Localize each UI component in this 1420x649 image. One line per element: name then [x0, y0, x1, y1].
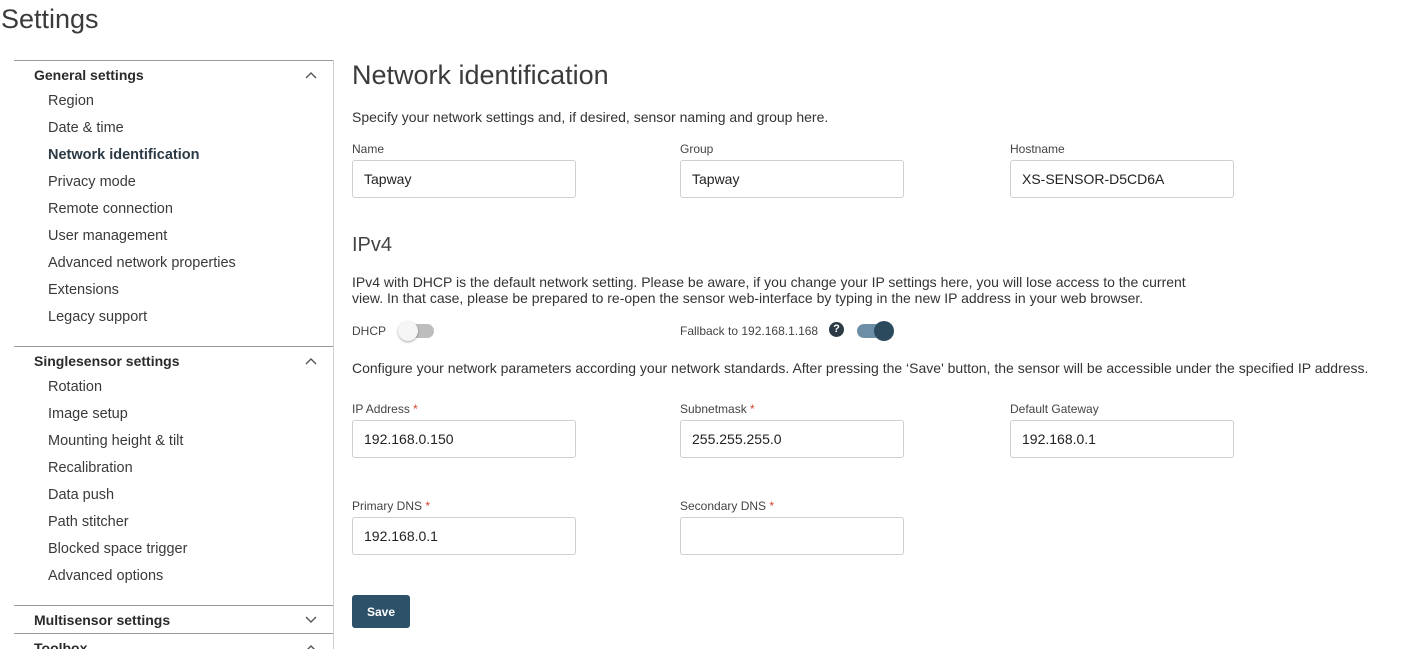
hostname-input[interactable]: [1010, 160, 1234, 198]
sidebar-item-path-stitcher[interactable]: Path stitcher: [14, 509, 333, 536]
section-title-singlesensor-settings: Singlesensor settings: [34, 352, 180, 369]
chevron-up-icon: [305, 357, 317, 365]
hostname-label: Hostname: [1010, 142, 1065, 156]
subnetmask-input[interactable]: [680, 420, 904, 458]
primary-dns-label: Primary DNS *: [352, 499, 431, 513]
toggle-knob: [874, 321, 894, 341]
secondary-dns-label: Secondary DNS *: [680, 499, 775, 513]
section-header-general-settings[interactable]: General settings: [14, 61, 333, 88]
section-header-singlesensor-settings[interactable]: Singlesensor settings: [14, 347, 333, 374]
sidebar-item-mounting-height-tilt[interactable]: Mounting height & tilt: [14, 428, 333, 455]
sidebar-item-network-identification[interactable]: Network identification: [14, 142, 333, 169]
page-title: Settings: [1, 4, 99, 34]
sidebar-item-user-management[interactable]: User management: [14, 223, 333, 250]
sidebar-item-rotation[interactable]: Rotation: [14, 374, 333, 401]
sidebar-item-advanced-options[interactable]: Advanced options: [14, 563, 333, 590]
sidebar-item-date-time[interactable]: Date & time: [14, 115, 333, 142]
subnetmask-label: Subnetmask *: [680, 402, 755, 416]
section-title-multisensor-settings: Multisensor settings: [34, 611, 171, 628]
required-marker: *: [769, 499, 775, 513]
sidebar-item-image-setup[interactable]: Image setup: [14, 401, 333, 428]
ipv4-notice-line-2: view. In that case, please be prepared t…: [352, 290, 1144, 306]
dhcp-label: DHCP: [352, 324, 387, 338]
ip-address-label: IP Address *: [352, 402, 418, 416]
section-singlesensor-settings: Singlesensor settings Rotation Image set…: [14, 346, 333, 590]
section-title-general-settings: General settings: [34, 66, 144, 83]
toggle-knob: [398, 321, 418, 341]
fallback-label: Fallback to 192.168.1.168: [680, 324, 819, 338]
sidebar-item-remote-connection[interactable]: Remote connection: [14, 196, 333, 223]
network-description: Specify your network settings and, if de…: [352, 109, 829, 125]
sidebar-item-recalibration[interactable]: Recalibration: [14, 455, 333, 482]
name-label: Name: [352, 142, 385, 156]
settings-sidebar: General settings Region Date & time Netw…: [14, 60, 334, 649]
required-marker: *: [413, 402, 418, 416]
default-gateway-input[interactable]: [1010, 420, 1234, 458]
chevron-up-icon: [305, 71, 317, 79]
sidebar-item-privacy-mode[interactable]: Privacy mode: [14, 169, 333, 196]
section-toolbox: Toolbox: [14, 633, 333, 649]
name-input[interactable]: [352, 160, 576, 198]
secondary-dns-input[interactable]: [680, 517, 904, 555]
section-heading-ipv4: IPv4: [352, 234, 393, 256]
chevron-down-icon: [305, 616, 317, 624]
section-heading-network-identification: Network identification: [352, 60, 609, 90]
sidebar-item-region[interactable]: Region: [14, 88, 333, 115]
sidebar-item-blocked-space-trigger[interactable]: Blocked space trigger: [14, 536, 333, 563]
sidebar-item-data-push[interactable]: Data push: [14, 482, 333, 509]
dhcp-toggle[interactable]: [398, 321, 434, 341]
ip-address-input[interactable]: [352, 420, 576, 458]
primary-dns-input[interactable]: [352, 517, 576, 555]
required-marker: *: [750, 402, 755, 416]
sidebar-item-legacy-support[interactable]: Legacy support: [14, 304, 333, 331]
section-title-toolbox: Toolbox: [34, 639, 88, 649]
sidebar-item-advanced-network-properties[interactable]: Advanced network properties: [14, 250, 333, 277]
save-button[interactable]: Save: [352, 595, 410, 628]
section-header-multisensor-settings[interactable]: Multisensor settings: [14, 606, 333, 633]
section-multisensor-settings: Multisensor settings: [14, 605, 333, 633]
question-circle-icon[interactable]: ?: [829, 322, 844, 337]
group-label: Group: [680, 142, 714, 156]
ipv4-notice-line-1: IPv4 with DHCP is the default network se…: [352, 274, 1186, 290]
sidebar-item-extensions[interactable]: Extensions: [14, 277, 333, 304]
section-header-toolbox[interactable]: Toolbox: [14, 634, 333, 649]
default-gateway-label: Default Gateway: [1010, 402, 1099, 416]
required-marker: *: [425, 499, 431, 513]
chevron-up-icon: [305, 644, 317, 649]
group-input[interactable]: [680, 160, 904, 198]
section-general-settings: General settings Region Date & time Netw…: [14, 60, 333, 331]
fallback-toggle[interactable]: [857, 321, 894, 341]
configure-instructions: Configure your network parameters accord…: [352, 360, 1369, 376]
